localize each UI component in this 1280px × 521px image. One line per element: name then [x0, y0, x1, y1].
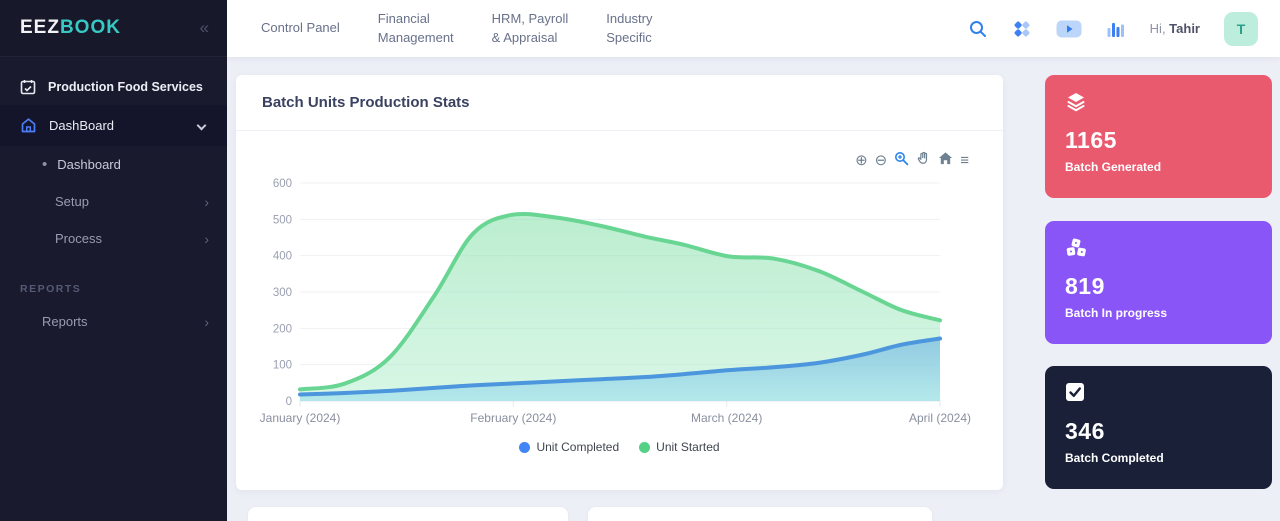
stat-label: Batch Completed [1065, 451, 1252, 465]
stat-label: Batch In progress [1065, 306, 1252, 320]
nav-item-label: Industry [606, 11, 652, 26]
sidebar-item-label: Production Food Services [48, 80, 203, 94]
sidebar-subitem-setup[interactable]: Setup › [0, 183, 227, 220]
app-logo[interactable]: EEZBOOK [20, 17, 121, 39]
chevron-down-icon [197, 121, 207, 131]
nav-item-label: Financial [378, 11, 430, 26]
stat-value: 1165 [1065, 127, 1252, 154]
cubes-icon [1065, 237, 1252, 259]
stat-label: Batch Generated [1065, 160, 1252, 174]
reset-home-icon[interactable] [938, 151, 953, 169]
nav-item-label: HRM, Payroll [492, 11, 569, 26]
nav-item-label: Specific [606, 30, 652, 45]
nav-item-label: Control Panel [261, 20, 340, 35]
zoom-in-icon[interactable]: ⊕ [855, 153, 868, 168]
sidebar-collapse-icon[interactable]: « [200, 18, 209, 38]
sidebar-subitem-dashboard[interactable]: • Dashboard [0, 146, 227, 183]
sidebar-subitem-process[interactable]: Process › [0, 220, 227, 257]
nav-item-financial-management[interactable]: Financial Management [378, 10, 454, 48]
bullet-icon: • [42, 161, 47, 169]
video-play-icon[interactable] [1056, 19, 1082, 39]
chart-toolbar: ⊕ ⊖ ≡ [855, 151, 969, 169]
chart-legend: Unit Completed Unit Started [236, 440, 1003, 454]
sidebar-item-reports[interactable]: Reports › [0, 303, 227, 340]
svg-text:500: 500 [273, 214, 292, 226]
calendar-check-icon [20, 79, 36, 95]
legend-dot [639, 442, 650, 453]
apps-icon[interactable] [1012, 19, 1032, 39]
legend-label: Unit Started [656, 440, 719, 454]
sidebar: EEZBOOK « Production Food Services DashB… [0, 0, 227, 521]
legend-item-unit-completed[interactable]: Unit Completed [519, 440, 619, 454]
area-chart[interactable]: 0 100 200 300 400 500 600 January (2024) Februar… [236, 169, 1003, 436]
svg-text:600: 600 [273, 178, 292, 190]
sidebar-subitem-label: Dashboard [57, 157, 121, 172]
chevron-right-icon: › [204, 195, 209, 209]
stat-value: 346 [1065, 418, 1252, 445]
user-name: Tahir [1169, 21, 1200, 36]
chevron-right-icon: › [204, 232, 209, 246]
nav-item-industry-specific[interactable]: Industry Specific [606, 10, 652, 48]
legend-item-unit-started[interactable]: Unit Started [639, 440, 719, 454]
bottom-card-right [588, 507, 932, 521]
stat-value: 819 [1065, 273, 1252, 300]
sidebar-header: EEZBOOK « [0, 0, 227, 57]
chevron-right-icon: › [204, 315, 209, 329]
sidebar-section-reports: REPORTS [0, 257, 227, 303]
svg-text:400: 400 [273, 251, 292, 263]
user-greeting: Hi, Tahir [1150, 21, 1200, 36]
batch-units-chart-card: Batch Units Production Stats ⊕ ⊖ ≡ 0 100 2… [236, 75, 1003, 490]
sidebar-item-label: DashBoard [49, 118, 186, 133]
svg-text:April (2024): April (2024) [909, 411, 971, 425]
stats-bars-icon[interactable] [1106, 19, 1126, 39]
logo-text-accent: BOOK [60, 17, 121, 38]
bottom-card-left [248, 507, 568, 521]
checkbox-icon [1065, 382, 1252, 404]
zoom-out-icon[interactable]: ⊖ [875, 153, 888, 168]
svg-text:January (2024): January (2024) [260, 411, 341, 425]
main-content: Batch Units Production Stats ⊕ ⊖ ≡ 0 100 2… [227, 57, 1280, 521]
chart-body: ⊕ ⊖ ≡ 0 100 200 300 400 500 600 January (2024) F… [236, 131, 1003, 454]
svg-text:100: 100 [273, 360, 292, 372]
sidebar-item-dashboard[interactable]: DashBoard [0, 105, 227, 146]
svg-text:March (2024): March (2024) [691, 411, 762, 425]
nav-item-label: & Appraisal [492, 30, 558, 45]
chart-card-header: Batch Units Production Stats [236, 75, 1003, 131]
top-navbar: Control Panel Financial Management HRM, P… [227, 0, 1280, 57]
svg-text:200: 200 [273, 323, 292, 335]
pan-icon[interactable] [916, 151, 931, 169]
logo-text-primary: EEZ [20, 17, 60, 38]
svg-text:0: 0 [286, 396, 292, 408]
sidebar-item-production-food-services[interactable]: Production Food Services [0, 57, 227, 105]
nav-links: Control Panel Financial Management HRM, P… [261, 10, 653, 48]
greeting-prefix: Hi, [1150, 21, 1170, 36]
nav-item-hrm-payroll-appraisal[interactable]: HRM, Payroll & Appraisal [492, 10, 569, 48]
stat-card-batch-in-progress[interactable]: 819 Batch In progress [1045, 221, 1272, 344]
svg-text:February (2024): February (2024) [470, 411, 556, 425]
search-icon[interactable] [968, 19, 988, 39]
nav-item-label: Management [378, 30, 454, 45]
home-icon [20, 117, 37, 134]
chart-title: Batch Units Production Stats [262, 94, 470, 111]
legend-label: Unit Completed [536, 440, 619, 454]
sidebar-subitem-label: Setup [55, 194, 194, 209]
layers-icon [1065, 91, 1252, 113]
menu-icon[interactable]: ≡ [960, 153, 969, 168]
stat-card-batch-completed[interactable]: 346 Batch Completed [1045, 366, 1272, 489]
nav-icons: Hi, Tahir T [968, 12, 1258, 46]
legend-dot [519, 442, 530, 453]
nav-item-control-panel[interactable]: Control Panel [261, 19, 340, 38]
stat-card-batch-generated[interactable]: 1165 Batch Generated [1045, 75, 1272, 198]
sidebar-subitem-label: Process [55, 231, 194, 246]
selection-zoom-icon[interactable] [894, 151, 909, 169]
sidebar-item-label: Reports [42, 314, 194, 329]
svg-text:300: 300 [273, 287, 292, 299]
avatar[interactable]: T [1224, 12, 1258, 46]
